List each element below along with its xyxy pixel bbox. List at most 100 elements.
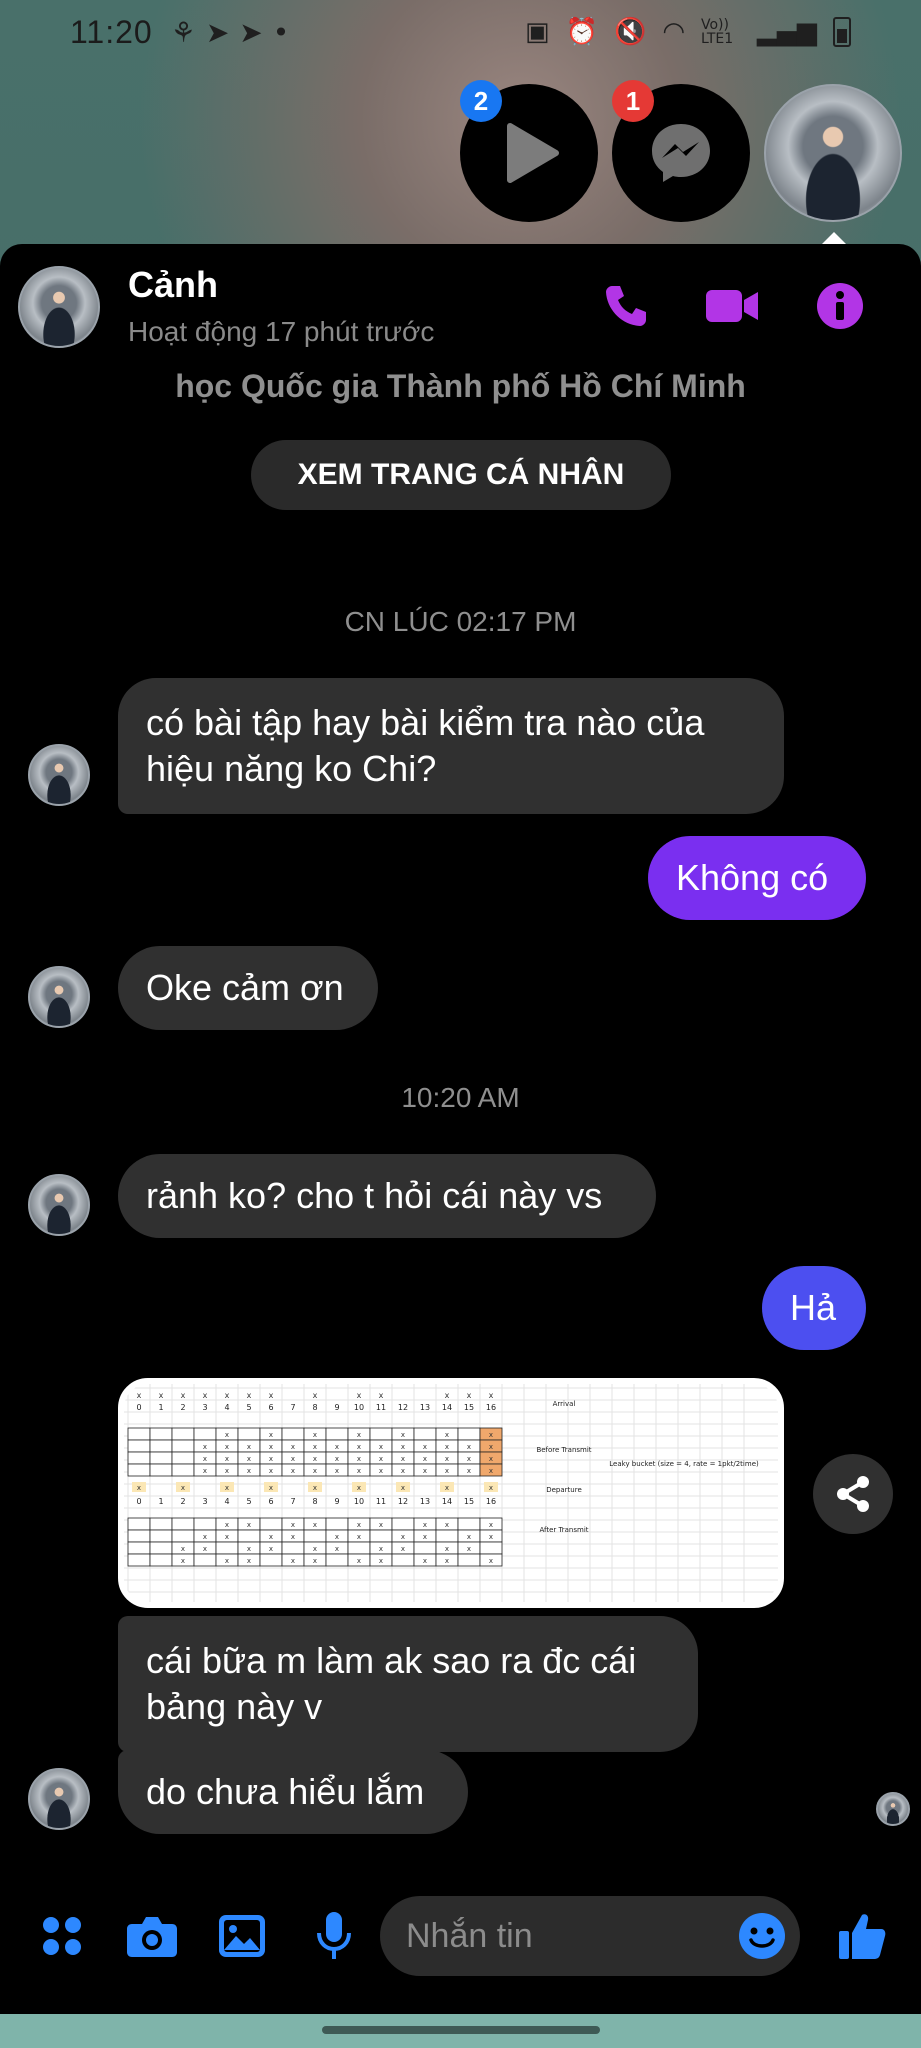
message-input-pill[interactable] bbox=[380, 1896, 800, 1976]
column-number: 15 bbox=[464, 1403, 474, 1412]
table-cell bbox=[127, 1541, 151, 1555]
incoming-message[interactable]: do chưa hiểu lắm bbox=[118, 1750, 468, 1834]
cell-mark: x bbox=[489, 1557, 493, 1565]
table-cell bbox=[325, 1553, 349, 1567]
info-icon bbox=[817, 283, 863, 329]
cell-mark: x bbox=[357, 1521, 361, 1529]
column-number: 6 bbox=[268, 1403, 273, 1412]
cell-mark: x bbox=[247, 1521, 251, 1529]
active-status: Hoạt động 17 phút trước bbox=[128, 316, 435, 347]
avatar[interactable] bbox=[18, 266, 100, 348]
column-number: 14 bbox=[442, 1497, 452, 1506]
departure-mark: x bbox=[357, 1484, 361, 1492]
cell-mark: x bbox=[269, 1467, 273, 1475]
dot-icon: • bbox=[272, 15, 290, 49]
emoji-icon[interactable] bbox=[738, 1912, 786, 1960]
chat-head-video[interactable]: 2 bbox=[460, 80, 598, 222]
column-number: 11 bbox=[376, 1497, 386, 1506]
sender-avatar[interactable] bbox=[28, 966, 90, 1028]
status-left-icons: ⚘ ➤ ➤ • bbox=[171, 16, 290, 49]
table-cell bbox=[259, 1517, 283, 1531]
arrival-mark: x bbox=[489, 1391, 494, 1400]
column-number: 0 bbox=[136, 1403, 141, 1412]
column-number: 13 bbox=[420, 1403, 430, 1412]
cell-mark: x bbox=[379, 1557, 383, 1565]
cell-mark: x bbox=[489, 1431, 493, 1439]
table-cell bbox=[237, 1529, 261, 1543]
sender-avatar[interactable] bbox=[28, 744, 90, 806]
arrival-mark: x bbox=[357, 1391, 362, 1400]
gallery-button[interactable] bbox=[212, 1906, 272, 1966]
row-label-arrival: Arrival bbox=[553, 1400, 576, 1408]
chat-head-messenger[interactable]: 1 bbox=[612, 80, 750, 222]
table-cell bbox=[369, 1529, 393, 1543]
cell-mark: x bbox=[291, 1443, 295, 1451]
column-number: 4 bbox=[224, 1497, 229, 1506]
message-text: bảng này v bbox=[146, 1686, 323, 1727]
share-icon bbox=[837, 1476, 869, 1512]
network-label: Vo)) LTE1 bbox=[701, 17, 734, 47]
notification-icon: ⚘ bbox=[170, 15, 196, 49]
voice-button[interactable] bbox=[304, 1906, 364, 1966]
cell-mark: x bbox=[269, 1533, 273, 1541]
sender-avatar[interactable] bbox=[28, 1174, 90, 1236]
cell-mark: x bbox=[313, 1431, 317, 1439]
cell-mark: x bbox=[489, 1521, 493, 1529]
column-number: 3 bbox=[202, 1497, 207, 1506]
cell-mark: x bbox=[445, 1521, 449, 1529]
column-number: 3 bbox=[202, 1403, 207, 1412]
arrival-mark: x bbox=[379, 1391, 384, 1400]
table-cell bbox=[149, 1427, 173, 1441]
cell-mark: x bbox=[401, 1545, 405, 1553]
message-input[interactable] bbox=[406, 1916, 706, 1956]
outgoing-message[interactable]: Không có bbox=[648, 836, 866, 920]
cell-mark: x bbox=[357, 1533, 361, 1541]
more-apps-button[interactable] bbox=[32, 1906, 92, 1966]
contact-name[interactable]: Cảnh bbox=[128, 264, 218, 306]
incoming-message[interactable]: có bài tập hay bài kiểm tra nào của hiệu… bbox=[118, 678, 784, 814]
chat-head-avatar[interactable] bbox=[764, 84, 902, 222]
outgoing-message[interactable]: Hả bbox=[762, 1266, 866, 1350]
table-cell bbox=[171, 1463, 195, 1477]
chat-head-badge: 1 bbox=[612, 80, 654, 122]
cell-mark: x bbox=[445, 1455, 449, 1463]
share-button[interactable] bbox=[813, 1454, 893, 1534]
camera-button[interactable] bbox=[122, 1906, 182, 1966]
table-cell bbox=[457, 1553, 481, 1567]
table-cell bbox=[149, 1553, 173, 1567]
cell-mark: x bbox=[467, 1467, 471, 1475]
table-cell bbox=[435, 1529, 459, 1543]
cell-mark: x bbox=[423, 1521, 427, 1529]
like-button[interactable] bbox=[832, 1906, 892, 1966]
cell-mark: x bbox=[467, 1545, 471, 1553]
table-cell bbox=[149, 1439, 173, 1453]
incoming-message[interactable]: rảnh ko? cho t hỏi cái này vs bbox=[118, 1154, 656, 1238]
profile-subtitle: học Quốc gia Thành phố Hồ Chí Minh bbox=[175, 368, 746, 404]
table-cell bbox=[347, 1541, 371, 1555]
view-profile-button[interactable]: XEM TRANG CÁ NHÂN bbox=[251, 440, 671, 510]
image-message[interactable]: x 0 x 1 x 2 x 3 x 4 x 5 x 6 7 x 8 9 x 10 x 11 12 13 x 14 x 15 x 16 x x x… bbox=[118, 1378, 784, 1608]
voice-call-button[interactable] bbox=[598, 278, 654, 334]
table-cell bbox=[413, 1427, 437, 1441]
column-number: 2 bbox=[180, 1403, 185, 1412]
cell-mark: x bbox=[291, 1557, 295, 1565]
apps-icon bbox=[43, 1917, 81, 1955]
arrival-mark: x bbox=[225, 1391, 230, 1400]
column-number: 15 bbox=[464, 1497, 474, 1506]
table-cell bbox=[127, 1463, 151, 1477]
table-cell bbox=[281, 1541, 305, 1555]
cell-mark: x bbox=[489, 1467, 493, 1475]
cell-mark: x bbox=[225, 1557, 229, 1565]
cell-mark: x bbox=[225, 1467, 229, 1475]
column-number: 10 bbox=[354, 1403, 364, 1412]
arrival-mark: x bbox=[247, 1391, 252, 1400]
incoming-message[interactable]: Oke cảm ơn bbox=[118, 946, 378, 1030]
incoming-message[interactable]: cái bữa m làm ak sao ra đc cái bảng này … bbox=[118, 1616, 698, 1752]
home-gesture-bar[interactable] bbox=[322, 2026, 600, 2034]
cell-mark: x bbox=[401, 1455, 405, 1463]
departure-mark: x bbox=[225, 1484, 229, 1492]
video-call-button[interactable] bbox=[704, 278, 760, 334]
info-button[interactable] bbox=[812, 278, 868, 334]
navigation-icon: ➤ bbox=[205, 15, 230, 49]
sender-avatar[interactable] bbox=[28, 1768, 90, 1830]
